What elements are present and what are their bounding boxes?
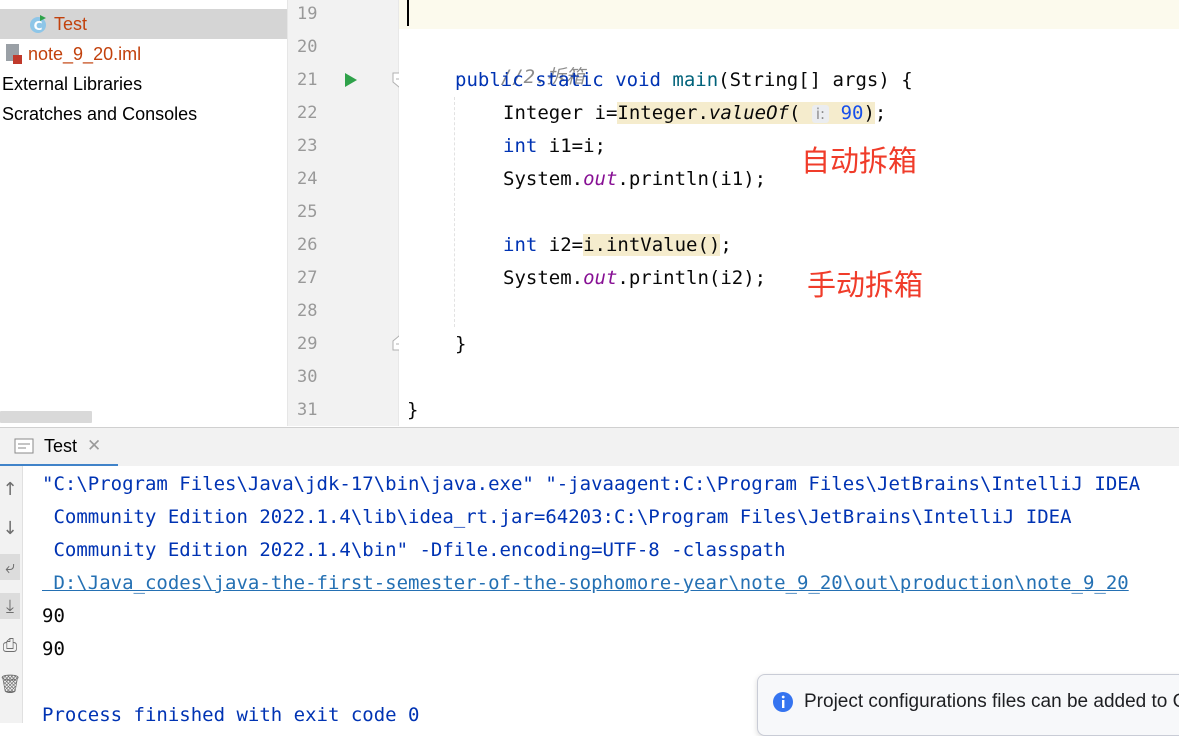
- tree-item-scratches[interactable]: Scratches and Consoles: [0, 99, 287, 129]
- line-number: 26: [297, 235, 318, 255]
- console-line: "C:\Program Files\Java\jdk-17\bin\java.e…: [42, 473, 1141, 495]
- run-tab-label: Test: [44, 435, 78, 456]
- tree-item-label: External Libraries: [2, 73, 143, 94]
- git-notification-balloon[interactable]: Project configurations files can be adde…: [757, 674, 1179, 736]
- svg-text:C: C: [34, 19, 43, 33]
- code-line-31: }: [407, 399, 419, 421]
- soft-wrap-icon[interactable]: ⤶: [0, 554, 20, 580]
- horizontal-scrollbar[interactable]: [0, 411, 92, 423]
- code-line-27: System.out.println(i2);: [503, 267, 767, 289]
- scroll-to-end-icon[interactable]: ⤓: [0, 593, 20, 619]
- tree-item-label: note_9_20.iml: [28, 43, 142, 64]
- tree-item-label: Scratches and Consoles: [2, 103, 198, 124]
- scroll-up-icon[interactable]: ↑: [0, 476, 20, 502]
- line-number: 31: [297, 400, 318, 420]
- current-line-highlight: [399, 0, 1179, 29]
- java-class-icon: C: [28, 14, 48, 34]
- line-number: 23: [297, 136, 318, 156]
- iml-file-icon: [4, 43, 24, 65]
- console-path-link[interactable]: D:\Java_codes\java-the-first-semester-of…: [42, 567, 1128, 600]
- line-number: 22: [297, 103, 318, 123]
- close-icon[interactable]: ✕: [87, 436, 101, 456]
- code-line-29: }: [455, 333, 467, 355]
- code-line-24: System.out.println(i1);: [503, 168, 767, 190]
- code-line-26: int i2=i.intValue();: [503, 234, 732, 256]
- line-number: 30: [297, 367, 318, 387]
- run-config-icon: [14, 437, 34, 455]
- line-number: 24: [297, 169, 318, 189]
- line-number: 27: [297, 268, 318, 288]
- tree-item-test[interactable]: C Test: [0, 9, 287, 39]
- console-output: 90: [42, 605, 65, 627]
- line-number: 21: [297, 70, 318, 90]
- print-icon[interactable]: ⎙: [0, 632, 20, 658]
- run-tool-window-header: Test ✕: [0, 427, 1179, 467]
- tree-item-external-libraries[interactable]: External Libraries: [0, 69, 287, 99]
- indent-guide: [454, 97, 455, 327]
- line-number: 28: [297, 301, 318, 321]
- console-line: Community Edition 2022.1.4\lib\idea_rt.j…: [42, 506, 1072, 528]
- tree-item-iml[interactable]: note_9_20.iml: [0, 39, 287, 69]
- editor-gutter: 19 20 21 22 23 24 25 26 27 28 29 30 31: [288, 0, 406, 426]
- run-tab-test[interactable]: Test ✕: [0, 428, 118, 467]
- line-number: 29: [297, 334, 318, 354]
- line-number: 19: [297, 4, 318, 24]
- notification-text: Project configurations files can be adde…: [804, 691, 1179, 712]
- info-icon: [772, 691, 794, 718]
- text-caret: [407, 0, 409, 26]
- code-editor[interactable]: //2.拆箱 public static void main(String[] …: [399, 0, 1179, 426]
- console-exit-line: Process finished with exit code 0: [42, 704, 420, 723]
- annotation-manual-unboxing: 手动拆箱: [807, 270, 924, 302]
- code-line-20: //2.拆箱: [500, 66, 585, 88]
- annotation-auto-unboxing: 自动拆箱: [801, 146, 918, 178]
- parameter-hint: i:: [811, 105, 830, 123]
- trash-icon[interactable]: 🗑: [0, 671, 21, 697]
- line-number: 20: [297, 37, 318, 57]
- console-line: Community Edition 2022.1.4\bin" -Dfile.e…: [42, 539, 786, 561]
- code-line-23: int i1=i;: [503, 135, 606, 157]
- code-line-22: Integer i=Integer.valueOf( i: 90);: [503, 102, 887, 124]
- code-line-21: public static void main(String[] args) {: [455, 69, 913, 91]
- console-output: 90: [42, 638, 65, 660]
- run-main-icon[interactable]: [344, 72, 358, 93]
- run-toolbar: ↑ ↓ ⤶ ⤓ ⎙ 🗑: [0, 466, 23, 723]
- line-number: 25: [297, 202, 318, 222]
- tree-item-label: Test: [54, 13, 88, 34]
- project-tree-panel: C Test note_9_20.iml External Libraries …: [0, 0, 288, 426]
- scroll-down-icon[interactable]: ↓: [0, 515, 20, 541]
- tree-clipped-row: [28, 0, 58, 4]
